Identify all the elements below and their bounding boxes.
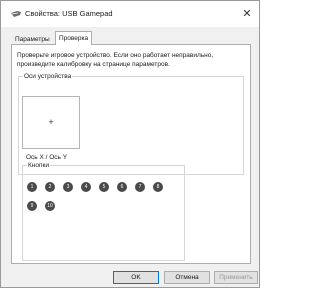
window-title: Свойства: USB Gamepad <box>25 9 113 18</box>
properties-dialog: Свойства: USB Gamepad ✕ Параметры Провер… <box>0 0 260 288</box>
ok-button[interactable]: OK <box>113 271 159 284</box>
button-indicator-9: 9 <box>27 201 37 211</box>
tab-strip: Параметры Проверка <box>11 31 251 45</box>
apply-button[interactable]: Применить <box>214 271 258 284</box>
buttons-group-title: Кнопки <box>27 161 50 170</box>
title-bar: Свойства: USB Gamepad ✕ <box>1 1 259 27</box>
tab-parameters[interactable]: Параметры <box>11 33 54 44</box>
button-indicator-8: 8 <box>153 182 163 192</box>
gamepad-icon <box>10 10 22 19</box>
tab-panel-test: Проверьте игровое устройство. Если оно р… <box>11 44 251 264</box>
crosshair-icon: + <box>48 117 54 127</box>
button-indicator-6: 6 <box>117 182 127 192</box>
cancel-button[interactable]: Отмена <box>164 271 210 284</box>
button-indicator-4: 4 <box>81 182 91 192</box>
close-button[interactable]: ✕ <box>239 6 255 22</box>
button-indicator-10: 10 <box>45 201 55 211</box>
button-indicator-5: 5 <box>99 182 109 192</box>
axes-group: Оси устройства + Ось X / Ось Y <box>18 72 244 175</box>
button-indicator-7: 7 <box>135 182 145 192</box>
button-indicator-2: 2 <box>45 182 55 192</box>
tab-test[interactable]: Проверка <box>55 31 93 45</box>
button-indicator-1: 1 <box>27 182 37 192</box>
xy-axis-display: + <box>22 96 80 149</box>
xy-axis-label: Ось X / Ось Y <box>26 154 68 161</box>
button-indicator-3: 3 <box>63 182 73 192</box>
test-description: Проверьте игровое устройство. Если оно р… <box>17 52 214 68</box>
buttons-group: Кнопки 1 2 3 4 5 6 7 8 9 10 <box>22 161 185 261</box>
close-icon: ✕ <box>242 8 252 20</box>
axes-group-title: Оси устройства <box>23 72 73 81</box>
